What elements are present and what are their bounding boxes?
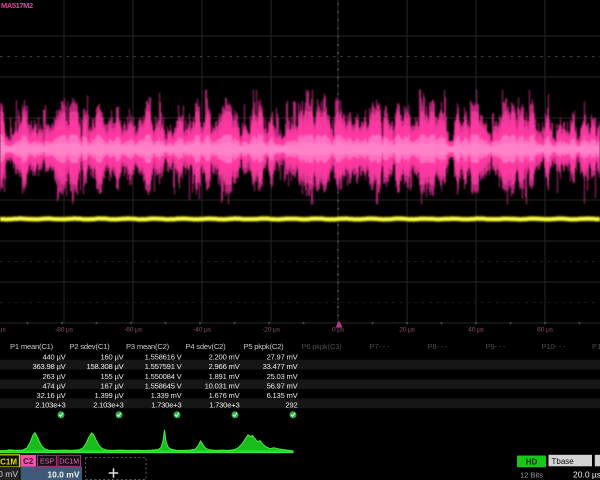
svg-text:P4 sdev(C2): P4 sdev(C2) <box>185 342 226 351</box>
svg-text:27.97 mV: 27.97 mV <box>267 353 299 362</box>
svg-text:440 µV: 440 µV <box>42 353 66 362</box>
svg-text:2.103e+3: 2.103e+3 <box>93 401 123 410</box>
svg-text:1.550084 V: 1.550084 V <box>145 372 183 381</box>
svg-text:DC1M: DC1M <box>0 457 17 466</box>
svg-text:167 µV: 167 µV <box>100 381 124 390</box>
svg-text:33.477 mV: 33.477 mV <box>263 362 299 371</box>
svg-text:363.98 µV: 363.98 µV <box>33 362 67 371</box>
svg-text:60 µs: 60 µs <box>537 327 554 334</box>
svg-text:P2 sdev(C1): P2 sdev(C1) <box>69 342 110 351</box>
svg-text:0 mV: 0 mV <box>0 469 18 479</box>
svg-text:12 Bits: 12 Bits <box>520 470 543 479</box>
svg-text:MA517M2: MA517M2 <box>1 1 33 10</box>
svg-text:474 µV: 474 µV <box>42 381 66 390</box>
svg-text:1.399 µV: 1.399 µV <box>95 391 125 400</box>
svg-text:DC1M: DC1M <box>59 459 79 466</box>
svg-text:HD: HD <box>526 458 538 467</box>
svg-text:160 µV: 160 µV <box>100 353 124 362</box>
svg-text:C2: C2 <box>23 457 34 466</box>
svg-text:25.03 mV: 25.03 mV <box>267 372 299 381</box>
svg-text:158.308 µV: 158.308 µV <box>87 362 125 371</box>
svg-text:P10- - -: P10- - - <box>542 342 566 351</box>
svg-text:P6 pkpk(C3): P6 pkpk(C3) <box>301 342 342 351</box>
svg-text:P11: P11 <box>592 342 600 351</box>
svg-text:263 µV: 263 µV <box>42 372 66 381</box>
svg-text:10.031 mV: 10.031 mV <box>205 381 241 390</box>
svg-text:292: 292 <box>285 401 297 410</box>
svg-text:6.135 mV: 6.135 mV <box>267 391 299 400</box>
svg-text:56.97 mV: 56.97 mV <box>267 381 299 390</box>
svg-text:20.0 µs: 20.0 µs <box>573 469 600 479</box>
svg-text:P5 pkpk(C2): P5 pkpk(C2) <box>243 342 284 351</box>
svg-text:10.0 mV: 10.0 mV <box>47 469 79 479</box>
svg-text:-20 µs: -20 µs <box>262 327 281 334</box>
svg-text:1.730e+3: 1.730e+3 <box>151 401 181 410</box>
svg-text:1.730e+3: 1.730e+3 <box>209 401 239 410</box>
svg-text:2.103e+3: 2.103e+3 <box>35 401 65 410</box>
svg-text:2.200 mV: 2.200 mV <box>209 353 241 362</box>
svg-text:155 µV: 155 µV <box>100 372 124 381</box>
svg-text:Tbase: Tbase <box>552 457 575 466</box>
svg-text:-80 µs: -80 µs <box>55 327 74 334</box>
svg-text:1.676 mV: 1.676 mV <box>209 391 241 400</box>
svg-text:P3 mean(C2): P3 mean(C2) <box>126 342 170 351</box>
svg-text:1.891 mV: 1.891 mV <box>209 372 241 381</box>
svg-text:20 µs: 20 µs <box>399 327 416 334</box>
svg-text:2.966 mV: 2.966 mV <box>209 362 241 371</box>
svg-text:-60 µs: -60 µs <box>124 327 143 334</box>
svg-text:P1 mean(C1): P1 mean(C1) <box>10 342 54 351</box>
svg-text:-40 µs: -40 µs <box>193 327 212 334</box>
svg-text:40 µs: 40 µs <box>468 327 485 334</box>
svg-text:1.557591 V: 1.557591 V <box>145 362 183 371</box>
svg-text:1.558645 V: 1.558645 V <box>145 381 183 390</box>
svg-text:P9- - -: P9- - - <box>486 342 506 351</box>
svg-text:ESP: ESP <box>40 459 54 466</box>
svg-text:1.339 mV: 1.339 mV <box>151 391 183 400</box>
svg-text:P8- - -: P8- - - <box>428 342 448 351</box>
svg-text:1.558616 V: 1.558616 V <box>145 353 183 362</box>
svg-text:P7- - -: P7- - - <box>370 342 390 351</box>
svg-text:-100 µs: -100 µs <box>0 327 6 334</box>
svg-text:32.16 µV: 32.16 µV <box>37 391 67 400</box>
